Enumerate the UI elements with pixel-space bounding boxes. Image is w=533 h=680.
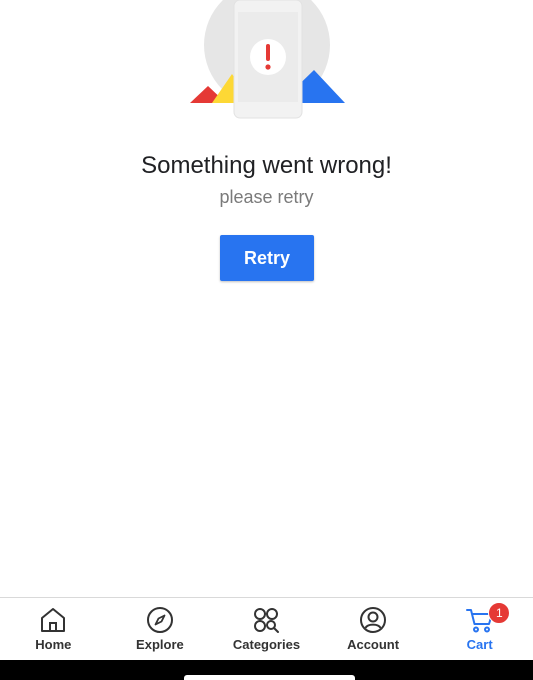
- nav-label-account: Account: [347, 637, 400, 652]
- home-indicator[interactable]: [184, 675, 355, 680]
- account-icon: [360, 607, 387, 633]
- nav-item-account[interactable]: Account: [320, 598, 427, 661]
- nav-item-cart[interactable]: Cart 1: [426, 598, 533, 661]
- categories-icon: [254, 608, 280, 633]
- nav-item-explore[interactable]: Explore: [107, 598, 214, 661]
- error-illustration: [190, 0, 345, 119]
- error-title: Something went wrong!: [141, 152, 392, 179]
- nav-label-categories: Categories: [232, 637, 301, 652]
- phone-error-icon: [233, 0, 303, 119]
- bottom-nav: Home Explore Categories Account Cart 1: [0, 597, 533, 661]
- nav-item-home[interactable]: Home: [0, 598, 107, 661]
- nav-label-cart: Cart: [466, 637, 493, 652]
- nav-label-explore: Explore: [136, 637, 184, 652]
- retry-button[interactable]: Retry: [220, 235, 314, 281]
- nav-item-categories[interactable]: Categories: [213, 598, 320, 661]
- home-icon: [41, 608, 66, 632]
- error-subtitle: please retry: [219, 187, 314, 207]
- compass-icon: [146, 607, 173, 633]
- nav-label-home: Home: [35, 637, 72, 652]
- cart-count-badge: 1: [488, 602, 511, 624]
